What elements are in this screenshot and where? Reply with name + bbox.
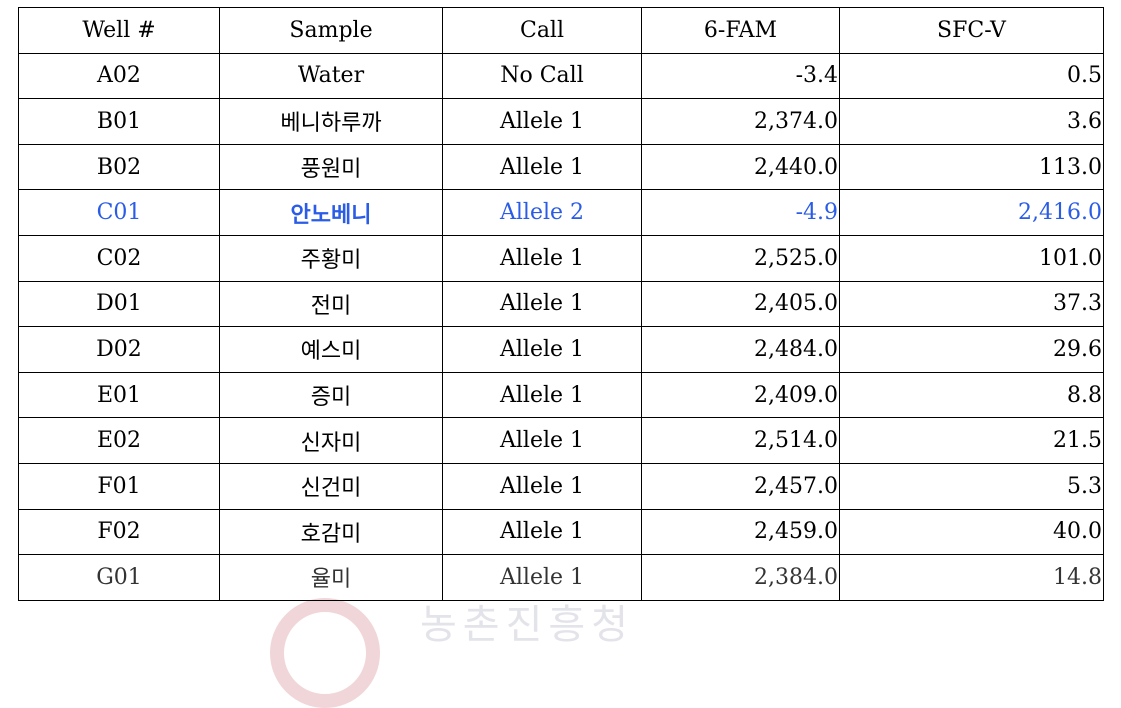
cell-6fam: -4.9	[641, 189, 840, 236]
cell-sample: 전미	[219, 280, 443, 328]
cell-sfcv: 2,416.0	[839, 189, 1104, 236]
cell-call: Allele 1	[442, 554, 642, 601]
cell-call: Allele 1	[442, 280, 642, 328]
table-row: C01 안노베니 Allele 2 -4.9 2,416.0	[18, 189, 1104, 236]
cell-well: B02	[18, 143, 220, 191]
cell-sample: 호감미	[219, 508, 443, 556]
cell-6fam: 2,457.0	[641, 462, 840, 510]
table-row: A02 Water No Call -3.4 0.5	[18, 52, 1104, 100]
cell-sample: 예스미	[219, 326, 443, 373]
cell-6fam: 2,405.0	[641, 280, 840, 328]
table-row: F02 호감미 Allele 1 2,459.0 40.0	[18, 508, 1104, 556]
genotyping-results-table: Well # Sample Call 6-FAM SFC-V A02 Water N…	[18, 7, 1104, 601]
cell-well: D01	[18, 280, 220, 328]
cell-call: Allele 1	[442, 371, 642, 419]
cell-well: E01	[18, 371, 220, 419]
cell-6fam: 2,459.0	[641, 508, 840, 556]
cell-well: G01	[18, 554, 220, 601]
cell-sample: 신자미	[219, 417, 443, 464]
cell-sfcv: 5.3	[839, 462, 1104, 510]
cell-well: F01	[18, 462, 220, 510]
cell-call: Allele 1	[442, 508, 642, 556]
cell-sample: 안노베니	[219, 189, 443, 236]
table-body: A02 Water No Call -3.4 0.5 B01 베니하루까 Allele 1 2,…	[18, 52, 1104, 601]
cell-sample: 풍원미	[219, 143, 443, 191]
header-well: Well #	[18, 7, 220, 54]
watermark-emblem-icon	[270, 598, 380, 708]
cell-call: Allele 1	[442, 462, 642, 510]
cell-6fam: 2,525.0	[641, 234, 840, 282]
cell-well: C02	[18, 234, 220, 282]
cell-sfcv: 101.0	[839, 234, 1104, 282]
cell-sfcv: 8.8	[839, 371, 1104, 419]
cell-sfcv: 37.3	[839, 280, 1104, 328]
cell-6fam: 2,384.0	[641, 554, 840, 601]
table-row: E02 신자미 Allele 1 2,514.0 21.5	[18, 417, 1104, 464]
table-row: E01 증미 Allele 1 2,409.0 8.8	[18, 371, 1104, 419]
cell-sfcv: 14.8	[839, 554, 1104, 601]
cell-6fam: 2,374.0	[641, 98, 840, 145]
cell-well: E02	[18, 417, 220, 464]
table-row: G01 율미 Allele 1 2,384.0 14.8	[18, 554, 1104, 601]
header-6fam: 6-FAM	[641, 7, 840, 54]
cell-well: A02	[18, 52, 220, 100]
cell-call: Allele 1	[442, 234, 642, 282]
cell-sample: 베니하루까	[219, 98, 443, 145]
cell-well: B01	[18, 98, 220, 145]
cell-6fam: -3.4	[641, 52, 840, 100]
cell-call: Allele 1	[442, 326, 642, 373]
cell-6fam: 2,409.0	[641, 371, 840, 419]
cell-call: Allele 1	[442, 143, 642, 191]
cell-call: Allele 1	[442, 417, 642, 464]
cell-6fam: 2,484.0	[641, 326, 840, 373]
table-row: F01 신건미 Allele 1 2,457.0 5.3	[18, 462, 1104, 510]
cell-sample: 증미	[219, 371, 443, 419]
cell-sample: 주황미	[219, 234, 443, 282]
cell-sample: Water	[219, 52, 443, 100]
cell-sfcv: 40.0	[839, 508, 1104, 556]
cell-6fam: 2,514.0	[641, 417, 840, 464]
cell-sfcv: 21.5	[839, 417, 1104, 464]
cell-sample: 율미	[219, 554, 443, 601]
header-call: Call	[442, 7, 642, 54]
cell-sfcv: 113.0	[839, 143, 1104, 191]
table-row: D01 전미 Allele 1 2,405.0 37.3	[18, 280, 1104, 328]
table-row: B01 베니하루까 Allele 1 2,374.0 3.6	[18, 98, 1104, 145]
cell-call: Allele 1	[442, 98, 642, 145]
table-row: B02 풍원미 Allele 1 2,440.0 113.0	[18, 143, 1104, 191]
table-row: D02 예스미 Allele 1 2,484.0 29.6	[18, 326, 1104, 373]
cell-well: C01	[18, 189, 220, 236]
cell-sfcv: 0.5	[839, 52, 1104, 100]
cell-call: Allele 2	[442, 189, 642, 236]
table-header-row: Well # Sample Call 6-FAM SFC-V	[18, 7, 1104, 54]
cell-6fam: 2,440.0	[641, 143, 840, 191]
header-sfcv: SFC-V	[839, 7, 1104, 54]
cell-well: D02	[18, 326, 220, 373]
cell-call: No Call	[442, 52, 642, 100]
cell-sample: 신건미	[219, 462, 443, 510]
cell-well: F02	[18, 508, 220, 556]
table-row: C02 주황미 Allele 1 2,525.0 101.0	[18, 234, 1104, 282]
header-sample: Sample	[219, 7, 443, 54]
cell-sfcv: 29.6	[839, 326, 1104, 373]
cell-sfcv: 3.6	[839, 98, 1104, 145]
